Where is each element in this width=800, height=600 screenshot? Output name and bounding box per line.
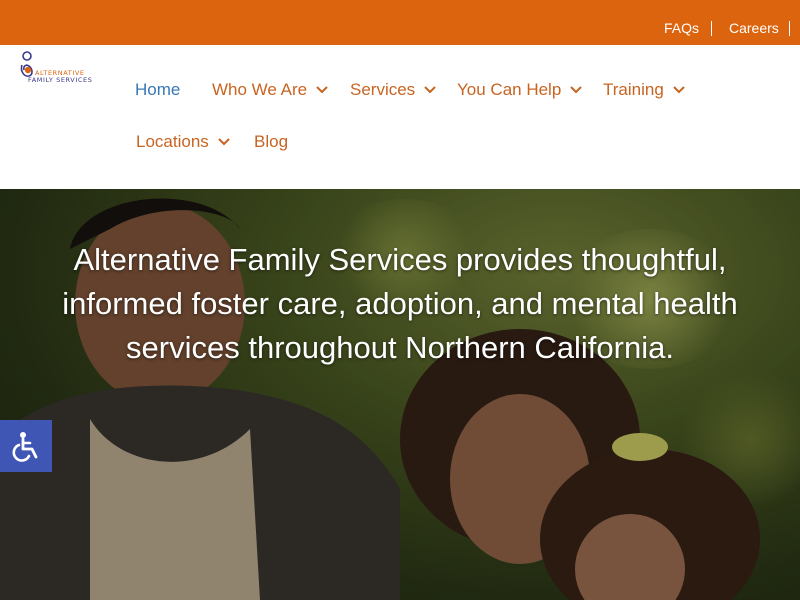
chevron-down-icon bbox=[673, 86, 685, 94]
nav-label: Blog bbox=[254, 132, 289, 151]
chevron-down-icon bbox=[424, 86, 436, 94]
nav-label: Who We Are bbox=[212, 80, 308, 99]
nav-item-locations[interactable]: Locations bbox=[136, 131, 231, 153]
careers-link[interactable]: Careers bbox=[729, 19, 779, 37]
accessibility-button[interactable] bbox=[0, 420, 52, 472]
nav-item-you-can-help[interactable]: You Can Help bbox=[457, 79, 583, 101]
nav-item-home[interactable]: Home bbox=[135, 79, 180, 101]
chevron-down-icon bbox=[218, 138, 230, 146]
topbar-divider bbox=[789, 21, 790, 36]
wheelchair-icon bbox=[12, 432, 38, 462]
chevron-down-icon bbox=[570, 86, 583, 94]
site-header bbox=[0, 45, 800, 189]
hero-headline: Alternative Family Services provides tho… bbox=[62, 242, 738, 365]
nav-item-services[interactable]: Services bbox=[350, 79, 437, 101]
nav-item-who-we-are[interactable]: Who We Are bbox=[212, 79, 329, 101]
logo-wordmark: ALTERNATIVE FAMILY SERVICES bbox=[26, 70, 98, 84]
nav-label: You Can Help bbox=[457, 80, 562, 99]
logo-line-2: FAMILY SERVICES bbox=[28, 76, 93, 84]
nav-label: Locations bbox=[136, 132, 209, 151]
nav-label: Home bbox=[135, 80, 181, 99]
nav-item-training[interactable]: Training bbox=[603, 79, 686, 101]
nav-item-blog[interactable]: Blog bbox=[254, 131, 288, 153]
chevron-down-icon bbox=[316, 86, 328, 94]
top-bar: FAQs Careers bbox=[0, 0, 800, 45]
nav-label: Services bbox=[350, 80, 416, 99]
topbar-divider bbox=[711, 21, 712, 36]
faqs-link[interactable]: FAQs bbox=[664, 19, 699, 37]
logo[interactable]: ALTERNATIVE FAMILY SERVICES bbox=[18, 51, 94, 87]
nav-label: Training bbox=[603, 80, 664, 99]
